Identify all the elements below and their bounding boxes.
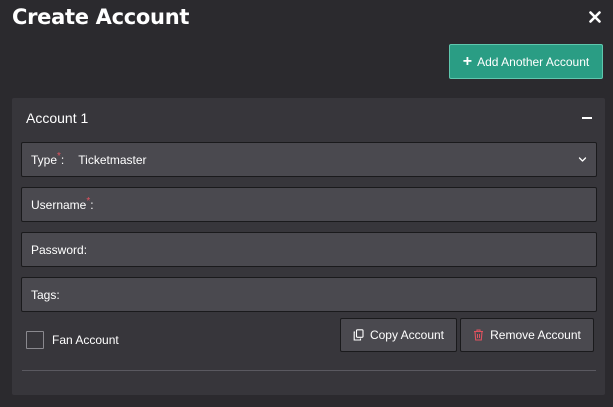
copy-account-button[interactable]: Copy Account [340, 318, 457, 352]
username-label: Username [31, 197, 87, 212]
add-another-account-label: Add Another Account [477, 54, 590, 69]
username-field[interactable]: Username * : [21, 187, 597, 222]
password-input[interactable] [91, 233, 596, 266]
modal-title: Create Account [12, 5, 190, 29]
remove-account-button[interactable]: Remove Account [460, 318, 594, 352]
account-panel: Account 1 Type * : Ticketmaster Username… [12, 98, 605, 395]
account-panel-title: Account 1 [26, 110, 89, 126]
fan-account-checkbox[interactable] [26, 331, 44, 349]
plus-icon: + [462, 52, 473, 70]
add-another-account-button[interactable]: + Add Another Account [449, 44, 603, 79]
password-label: Password: [31, 242, 88, 257]
type-colon: : [60, 152, 65, 167]
type-required-mark: * [57, 151, 61, 162]
chevron-down-icon [578, 157, 587, 162]
panel-divider [22, 370, 596, 371]
username-colon: : [90, 197, 94, 212]
tags-field[interactable]: Tags: [21, 277, 597, 312]
tags-label: Tags: [31, 287, 60, 302]
create-account-modal: Create Account + Add Another Account Acc… [0, 0, 613, 407]
copy-icon [353, 329, 364, 341]
copy-account-label: Copy Account [369, 328, 445, 342]
username-input[interactable] [97, 188, 596, 221]
password-field[interactable]: Password: [21, 232, 597, 267]
type-value: Ticketmaster [78, 152, 147, 167]
type-select[interactable]: Type * : Ticketmaster [21, 142, 597, 177]
trash-icon [474, 329, 484, 341]
username-required-mark: * [86, 196, 91, 207]
remove-account-label: Remove Account [490, 328, 581, 342]
tags-input[interactable] [63, 278, 596, 311]
close-button[interactable] [587, 8, 603, 26]
fan-account-label: Fan Account [52, 333, 119, 347]
close-icon [589, 11, 601, 23]
type-label: Type [31, 152, 58, 167]
minus-icon[interactable] [582, 117, 592, 119]
